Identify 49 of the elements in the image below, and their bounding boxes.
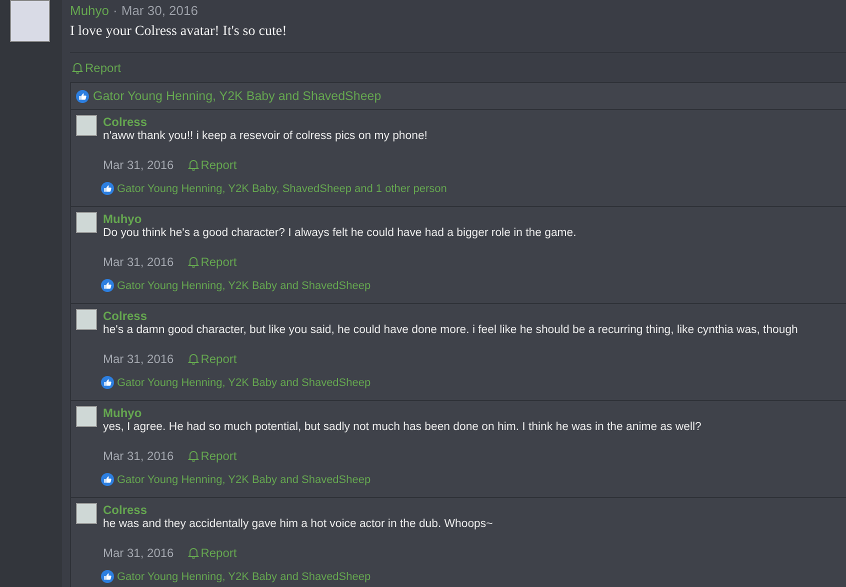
thumbs-up-icon — [76, 90, 89, 102]
reactions-link[interactable]: Gator Young Henning, Y2K Baby and ShavedSheep — [93, 89, 382, 103]
user-avatar[interactable] — [76, 212, 97, 233]
report-link[interactable]: Report — [188, 255, 237, 269]
comment-text: he's a damn good character, but like you said, he could have done more. i feel like he should be a recurring thing, like cynthia was, though — [103, 324, 798, 336]
report-link[interactable]: Report — [188, 546, 237, 560]
post-date[interactable]: Mar 30, 2016 — [121, 3, 198, 18]
bell-icon — [188, 547, 199, 559]
thumbs-up-icon — [101, 473, 114, 486]
thumbs-up-icon — [101, 376, 114, 389]
author-link[interactable]: Muhyo — [70, 3, 110, 18]
comment-text: he was and they accidentally gave him a hot voice actor in the dub. Whoops~ — [103, 518, 493, 530]
reactions-link[interactable]: Gator Young Henning, Y2K Baby and ShavedSheep — [117, 376, 371, 388]
user-avatar[interactable] — [76, 115, 97, 136]
post-text: I love your Colress avatar! It's so cute! — [70, 24, 288, 40]
author-link[interactable]: Muhyo — [103, 406, 702, 420]
bell-icon — [188, 353, 199, 365]
comment-date[interactable]: Mar 31, 2016 — [103, 158, 174, 172]
bell-icon — [188, 450, 199, 462]
author-link[interactable]: Colress — [103, 115, 447, 129]
author-link[interactable]: Muhyo — [103, 212, 576, 226]
thumbs-up-icon — [101, 570, 114, 583]
comment-text: n'aww thank you!! i keep a resevoir of colress pics on my phone! — [103, 130, 428, 142]
report-link[interactable]: Report — [188, 352, 237, 366]
reactions-link[interactable]: Gator Young Henning, Y2K Baby and ShavedSheep — [117, 280, 371, 292]
user-avatar[interactable] — [76, 309, 97, 330]
reactions-link[interactable]: Gator Young Henning, Y2K Baby and ShavedSheep — [117, 570, 371, 582]
report-link[interactable]: Report — [188, 158, 237, 172]
bell-icon — [188, 256, 199, 268]
thumbs-up-icon — [101, 182, 114, 195]
comment-date[interactable]: Mar 31, 2016 — [103, 352, 174, 366]
comment-date[interactable]: Mar 31, 2016 — [103, 546, 174, 560]
reactions-link[interactable]: Gator Young Henning, Y2K Baby, ShavedSheep and 1 other person — [117, 182, 447, 194]
comment-text: Do you think he's a good character? I always felt he could have had a bigger role in the game. — [103, 227, 576, 239]
comment-text: yes, I agree. He had so much potential, but sadly not much has been done on him. I think he was in the anime as well? — [103, 421, 702, 433]
comment-date[interactable]: Mar 31, 2016 — [103, 449, 174, 463]
bell-icon — [72, 62, 83, 74]
author-link[interactable]: Colress — [103, 309, 798, 323]
reactions-link[interactable]: Gator Young Henning, Y2K Baby and ShavedSheep — [117, 474, 371, 486]
thumbs-up-icon — [101, 279, 114, 292]
comment-date[interactable]: Mar 31, 2016 — [103, 255, 174, 269]
report-link[interactable]: Report — [72, 60, 122, 74]
report-link[interactable]: Report — [188, 449, 237, 463]
bell-icon — [188, 159, 199, 171]
author-link[interactable]: Colress — [103, 503, 493, 517]
user-avatar[interactable] — [10, 0, 50, 42]
separator-text: · — [113, 3, 118, 18]
user-avatar[interactable] — [76, 503, 97, 524]
user-avatar[interactable] — [76, 406, 97, 427]
